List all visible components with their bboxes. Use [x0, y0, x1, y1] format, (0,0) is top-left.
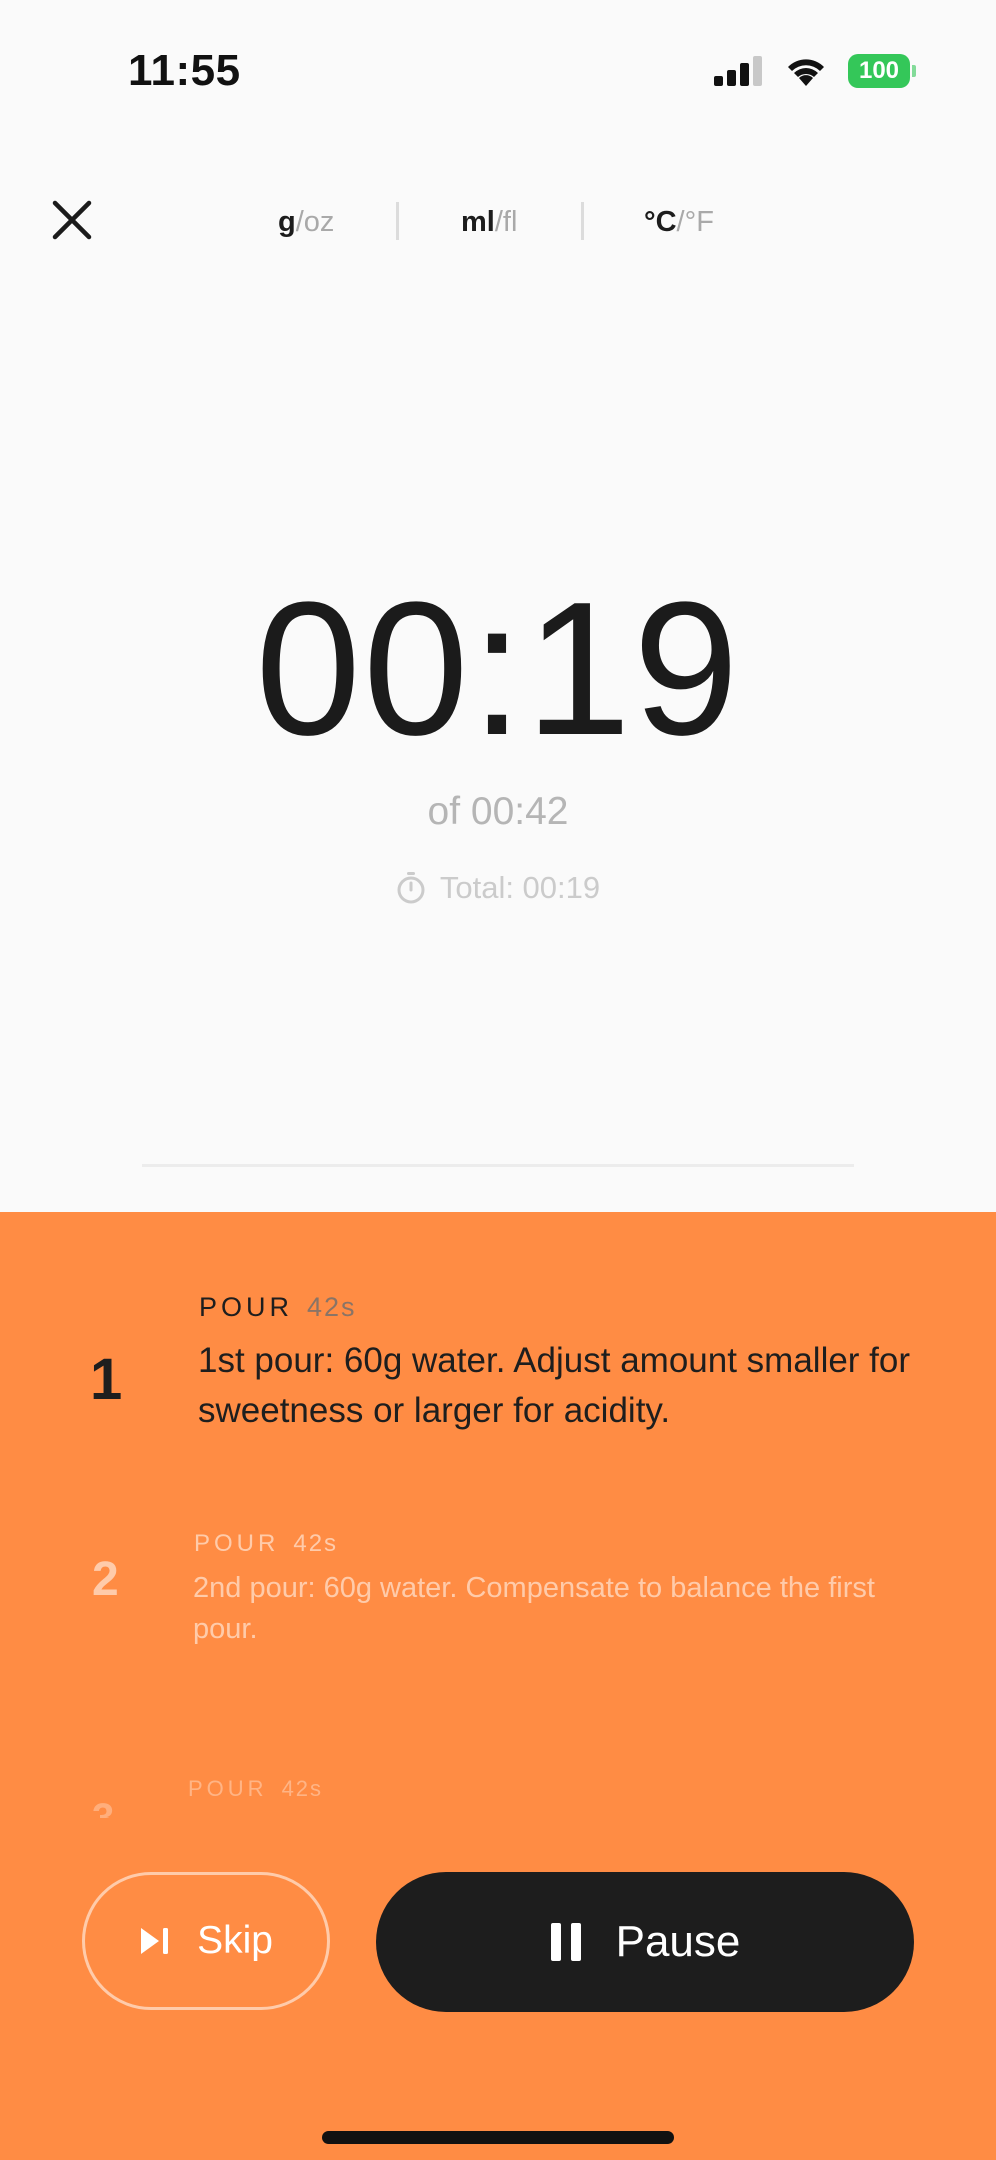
step-duration: of 00:42 [427, 790, 569, 833]
total-elapsed: Total: 00:19 [0, 870, 996, 906]
step-duration-badge: 42s [307, 1292, 357, 1322]
status-icons: 100 [714, 54, 916, 88]
skip-label: Skip [197, 1919, 273, 1962]
status-time: 11:55 [128, 46, 241, 95]
unit-slash: / [676, 206, 685, 238]
unit-active: ml [461, 206, 495, 238]
unit-active: °C [644, 206, 677, 238]
steps-panel: 1 POUR 42s 1st pour: 60g water. Adjust am… [0, 1212, 996, 2160]
unit-toggle-volume[interactable]: ml/fl [461, 198, 517, 246]
skip-button[interactable]: Skip [82, 1872, 330, 2010]
total-elapsed-label: Total: 00:19 [439, 870, 601, 905]
pause-button[interactable]: Pause [376, 1872, 914, 2012]
step-type: POUR 42s [194, 1530, 338, 1558]
step-instruction: 1st pour: 60g water. Adjust amount small… [198, 1341, 911, 1430]
step-type: POUR 42s [199, 1292, 357, 1323]
skip-forward-icon [141, 1928, 169, 1954]
unit-slash: / [295, 206, 304, 238]
cellular-signal-icon [714, 56, 762, 86]
step-type: POUR 42s [188, 1776, 323, 1802]
battery-icon: 100 [848, 54, 916, 88]
unit-divider [581, 202, 584, 240]
unit-toggle-temperature[interactable]: °C/°F [644, 198, 714, 246]
battery-level: 100 [848, 54, 910, 88]
divider [142, 1164, 854, 1167]
stopwatch-icon [397, 872, 425, 904]
step-number: 2 [92, 1553, 119, 1606]
step-type-label: POUR [194, 1530, 280, 1557]
unit-divider [396, 202, 399, 240]
unit-inactive: oz [303, 206, 335, 238]
unit-active: g [278, 206, 296, 238]
unit-inactive: fl [502, 206, 518, 238]
step-type-label: POUR [188, 1776, 268, 1801]
battery-tip [912, 65, 916, 77]
unit-toggle-weight[interactable]: g/oz [278, 198, 334, 246]
wifi-icon [788, 59, 824, 86]
step-timer: 00:19 [255, 563, 741, 775]
step-duration-badge: 42s [293, 1530, 339, 1557]
step-number: 3 [92, 1796, 115, 1818]
brew-timer-screen: 11:55 100 g/oz ml/fl °C/°F 00:19 of 00:4… [0, 0, 996, 2160]
home-indicator[interactable] [322, 2131, 674, 2144]
step-instruction: 2nd pour: 60g water. Compensate to balan… [193, 1572, 875, 1645]
step-number: 1 [90, 1347, 123, 1412]
pause-label: Pause [615, 1917, 741, 1966]
unit-inactive: °F [684, 206, 714, 238]
pause-icon [550, 1923, 581, 1961]
unit-toggles: g/oz ml/fl °C/°F [0, 198, 996, 248]
step-duration-badge: 42s [281, 1776, 324, 1801]
step-type-label: POUR [199, 1292, 294, 1322]
unit-slash: / [494, 206, 503, 238]
